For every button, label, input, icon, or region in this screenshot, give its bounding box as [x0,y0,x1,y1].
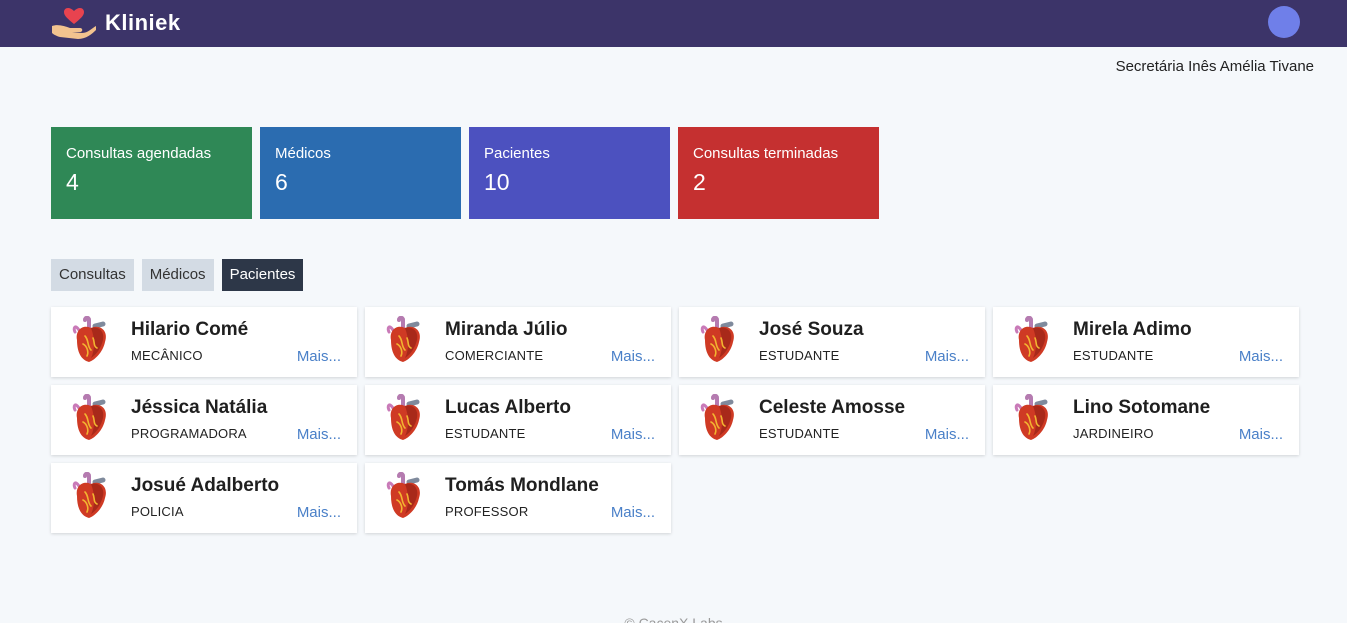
patient-card: Celeste Amosse ESTUDANTE Mais... [679,385,985,455]
anatomical-heart-icon [1013,393,1053,444]
patient-name: Josué Adalberto [131,475,280,496]
stat-card-finished: Consultas terminadas 2 [678,127,879,219]
patient-name: Tomás Mondlane [445,475,599,496]
stat-value: 4 [66,169,79,195]
more-link[interactable]: Mais... [1239,426,1283,443]
heart-hand-icon [50,6,98,40]
tab-consultas[interactable]: Consultas [51,259,134,291]
patient-occupation: POLICIA [131,504,184,519]
patient-card: Jéssica Natália PROGRAMADORA Mais... [51,385,357,455]
patient-occupation: MECÂNICO [131,348,203,363]
tab-bar: Consultas Médicos Pacientes [51,259,304,291]
more-link[interactable]: Mais... [611,504,655,521]
more-link[interactable]: Mais... [925,426,969,443]
patient-occupation: JARDINEIRO [1073,426,1154,441]
more-link[interactable]: Mais... [297,504,341,521]
patient-card: José Souza ESTUDANTE Mais... [679,307,985,377]
patient-card: Hilario Comé MECÂNICO Mais... [51,307,357,377]
anatomical-heart-icon [385,315,425,366]
patient-occupation: PROFESSOR [445,504,529,519]
stat-label: Consultas agendadas [66,145,212,162]
tab-pacientes[interactable]: Pacientes [221,259,304,291]
patient-occupation: PROGRAMADORA [131,426,247,441]
stat-value: 10 [484,169,510,195]
more-link[interactable]: Mais... [925,348,969,365]
patient-card: Lucas Alberto ESTUDANTE Mais... [365,385,671,455]
more-link[interactable]: Mais... [1239,348,1283,365]
anatomical-heart-icon [699,315,739,366]
top-navbar: Kliniek [0,0,1347,47]
anatomical-heart-icon [71,393,111,444]
patient-name: Jéssica Natália [131,397,268,418]
patient-occupation: ESTUDANTE [759,426,840,441]
logged-user-name: Secretária Inês Amélia Tivane [1115,58,1314,75]
tab-medicos[interactable]: Médicos [141,259,214,291]
patient-card: Mirela Adimo ESTUDANTE Mais... [993,307,1299,377]
stat-value: 6 [275,169,288,195]
patient-name: Lucas Alberto [445,397,571,418]
patient-name: Miranda Júlio [445,319,568,340]
patient-card: Tomás Mondlane PROFESSOR Mais... [365,463,671,533]
brand-name: Kliniek [105,10,181,35]
patient-grid: Hilario Comé MECÂNICO Mais... Miranda Júlio… [51,307,1301,533]
patient-name: José Souza [759,319,864,340]
stat-card-patients: Pacientes 10 [469,127,670,219]
anatomical-heart-icon [385,471,425,522]
patient-occupation: ESTUDANTE [759,348,840,363]
patient-occupation: COMERCIANTE [445,348,544,363]
anatomical-heart-icon [71,471,111,522]
anatomical-heart-icon [385,393,425,444]
stat-label: Médicos [275,145,331,162]
patient-occupation: ESTUDANTE [1073,348,1154,363]
stat-card-scheduled: Consultas agendadas 4 [51,127,252,219]
anatomical-heart-icon [71,315,111,366]
more-link[interactable]: Mais... [297,426,341,443]
patient-occupation: ESTUDANTE [445,426,526,441]
anatomical-heart-icon [699,393,739,444]
patient-name: Celeste Amosse [759,397,906,418]
brand-link[interactable]: Kliniek [50,5,181,41]
patient-card: Josué Adalberto POLICIA Mais... [51,463,357,533]
patient-name: Mirela Adimo [1073,319,1192,340]
more-link[interactable]: Mais... [611,426,655,443]
patient-card: Miranda Júlio COMERCIANTE Mais... [365,307,671,377]
anatomical-heart-icon [1013,315,1053,366]
stat-card-doctors: Médicos 6 [260,127,461,219]
stat-label: Consultas terminadas [693,145,839,162]
stat-value: 2 [693,169,706,195]
stats-panel: Consultas agendadas 4 Médicos 6 Paciente… [51,127,879,219]
avatar[interactable] [1268,6,1300,38]
patient-name: Lino Sotomane [1073,397,1211,418]
patient-name: Hilario Comé [131,319,249,340]
stat-label: Pacientes [484,145,550,162]
patient-card: Lino Sotomane JARDINEIRO Mais... [993,385,1299,455]
more-link[interactable]: Mais... [297,348,341,365]
footer-copyright: © CacenX Labs [624,615,723,623]
more-link[interactable]: Mais... [611,348,655,365]
